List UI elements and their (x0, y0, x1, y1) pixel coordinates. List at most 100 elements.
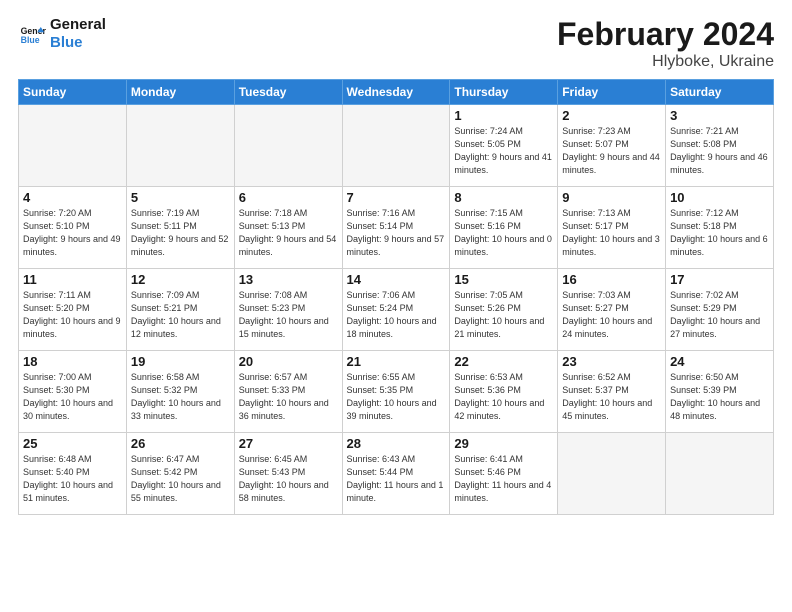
calendar-cell: 11 Sunrise: 7:11 AM Sunset: 5:20 PM Dayli… (19, 269, 127, 351)
page: General Blue General Blue February 2024 … (0, 0, 792, 612)
calendar-cell: 1 Sunrise: 7:24 AM Sunset: 5:05 PM Daylig… (450, 105, 558, 187)
day-number: 6 (239, 190, 338, 205)
day-info: Sunrise: 7:16 AM Sunset: 5:14 PM Dayligh… (347, 207, 446, 259)
calendar-cell: 21 Sunrise: 6:55 AM Sunset: 5:35 PM Dayli… (342, 351, 450, 433)
calendar-week-row: 25 Sunrise: 6:48 AM Sunset: 5:40 PM Dayli… (19, 433, 774, 515)
col-sunday: Sunday (19, 80, 127, 105)
calendar-week-row: 11 Sunrise: 7:11 AM Sunset: 5:20 PM Dayli… (19, 269, 774, 351)
calendar-cell: 5Sunrise: 7:19 AM Sunset: 5:11 PM Daylig… (126, 187, 234, 269)
day-info: Sunrise: 7:20 AM Sunset: 5:10 PM Dayligh… (23, 207, 122, 259)
calendar-cell: 4Sunrise: 7:20 AM Sunset: 5:10 PM Daylig… (19, 187, 127, 269)
day-number: 24 (670, 354, 769, 369)
day-number: 11 (23, 272, 122, 287)
day-info: Sunrise: 7:12 AM Sunset: 5:18 PM Dayligh… (670, 207, 769, 259)
day-info: Sunrise: 6:50 AM Sunset: 5:39 PM Dayligh… (670, 371, 769, 423)
day-info: Sunrise: 6:58 AM Sunset: 5:32 PM Dayligh… (131, 371, 230, 423)
col-friday: Friday (558, 80, 666, 105)
calendar-cell: 29 Sunrise: 6:41 AM Sunset: 5:46 PM Dayli… (450, 433, 558, 515)
day-number: 13 (239, 272, 338, 287)
col-thursday: Thursday (450, 80, 558, 105)
day-number: 14 (347, 272, 446, 287)
day-info: Sunrise: 7:09 AM Sunset: 5:21 PM Dayligh… (131, 289, 230, 341)
logo-text: General Blue (50, 16, 106, 52)
logo: General Blue General Blue (18, 16, 106, 52)
header: General Blue General Blue February 2024 … (18, 16, 774, 71)
calendar-cell: 9 Sunrise: 7:13 AM Sunset: 5:17 PM Daylig… (558, 187, 666, 269)
calendar-cell: 27Sunrise: 6:45 AM Sunset: 5:43 PM Dayli… (234, 433, 342, 515)
day-number: 19 (131, 354, 230, 369)
day-info: Sunrise: 7:13 AM Sunset: 5:17 PM Dayligh… (562, 207, 661, 259)
day-number: 10 (670, 190, 769, 205)
day-info: Sunrise: 7:08 AM Sunset: 5:23 PM Dayligh… (239, 289, 338, 341)
day-number: 18 (23, 354, 122, 369)
day-info: Sunrise: 6:57 AM Sunset: 5:33 PM Dayligh… (239, 371, 338, 423)
day-info: Sunrise: 7:03 AM Sunset: 5:27 PM Dayligh… (562, 289, 661, 341)
calendar-cell: 19 Sunrise: 6:58 AM Sunset: 5:32 PM Dayli… (126, 351, 234, 433)
calendar-week-row: 1 Sunrise: 7:24 AM Sunset: 5:05 PM Daylig… (19, 105, 774, 187)
day-number: 17 (670, 272, 769, 287)
calendar-cell: 13 Sunrise: 7:08 AM Sunset: 5:23 PM Dayli… (234, 269, 342, 351)
logo-icon: General Blue (18, 20, 46, 48)
calendar-cell: 17 Sunrise: 7:02 AM Sunset: 5:29 PM Dayli… (666, 269, 774, 351)
col-saturday: Saturday (666, 80, 774, 105)
day-number: 29 (454, 436, 553, 451)
day-info: Sunrise: 6:53 AM Sunset: 5:36 PM Dayligh… (454, 371, 553, 423)
day-info: Sunrise: 6:41 AM Sunset: 5:46 PM Dayligh… (454, 453, 553, 505)
day-number: 25 (23, 436, 122, 451)
calendar-week-row: 4Sunrise: 7:20 AM Sunset: 5:10 PM Daylig… (19, 187, 774, 269)
day-info: Sunrise: 6:55 AM Sunset: 5:35 PM Dayligh… (347, 371, 446, 423)
day-number: 1 (454, 108, 553, 123)
day-number: 7 (347, 190, 446, 205)
calendar-cell: 28Sunrise: 6:43 AM Sunset: 5:44 PM Dayli… (342, 433, 450, 515)
day-number: 8 (454, 190, 553, 205)
col-monday: Monday (126, 80, 234, 105)
day-number: 9 (562, 190, 661, 205)
calendar-cell: 7 Sunrise: 7:16 AM Sunset: 5:14 PM Daylig… (342, 187, 450, 269)
calendar-cell: 10 Sunrise: 7:12 AM Sunset: 5:18 PM Dayli… (666, 187, 774, 269)
day-info: Sunrise: 7:15 AM Sunset: 5:16 PM Dayligh… (454, 207, 553, 259)
calendar-table: Sunday Monday Tuesday Wednesday Thursday… (18, 79, 774, 515)
calendar-cell: 16Sunrise: 7:03 AM Sunset: 5:27 PM Dayli… (558, 269, 666, 351)
calendar-cell: 3 Sunrise: 7:21 AM Sunset: 5:08 PM Daylig… (666, 105, 774, 187)
day-info: Sunrise: 7:06 AM Sunset: 5:24 PM Dayligh… (347, 289, 446, 341)
day-info: Sunrise: 7:24 AM Sunset: 5:05 PM Dayligh… (454, 125, 553, 177)
calendar-cell: 18 Sunrise: 7:00 AM Sunset: 5:30 PM Dayli… (19, 351, 127, 433)
calendar-cell: 26 Sunrise: 6:47 AM Sunset: 5:42 PM Dayli… (126, 433, 234, 515)
calendar-cell: 6 Sunrise: 7:18 AM Sunset: 5:13 PM Daylig… (234, 187, 342, 269)
col-tuesday: Tuesday (234, 80, 342, 105)
calendar-cell: 24 Sunrise: 6:50 AM Sunset: 5:39 PM Dayli… (666, 351, 774, 433)
day-info: Sunrise: 6:43 AM Sunset: 5:44 PM Dayligh… (347, 453, 446, 505)
calendar-cell: 14 Sunrise: 7:06 AM Sunset: 5:24 PM Dayli… (342, 269, 450, 351)
day-number: 15 (454, 272, 553, 287)
calendar-cell: 15 Sunrise: 7:05 AM Sunset: 5:26 PM Dayli… (450, 269, 558, 351)
day-info: Sunrise: 7:18 AM Sunset: 5:13 PM Dayligh… (239, 207, 338, 259)
calendar-cell (234, 105, 342, 187)
calendar-cell: 8 Sunrise: 7:15 AM Sunset: 5:16 PM Daylig… (450, 187, 558, 269)
day-info: Sunrise: 7:05 AM Sunset: 5:26 PM Dayligh… (454, 289, 553, 341)
day-info: Sunrise: 6:47 AM Sunset: 5:42 PM Dayligh… (131, 453, 230, 505)
day-number: 20 (239, 354, 338, 369)
day-number: 27 (239, 436, 338, 451)
col-wednesday: Wednesday (342, 80, 450, 105)
calendar-cell: 23Sunrise: 6:52 AM Sunset: 5:37 PM Dayli… (558, 351, 666, 433)
day-number: 21 (347, 354, 446, 369)
day-info: Sunrise: 7:11 AM Sunset: 5:20 PM Dayligh… (23, 289, 122, 341)
calendar-cell: 22 Sunrise: 6:53 AM Sunset: 5:36 PM Dayli… (450, 351, 558, 433)
calendar-cell: 2Sunrise: 7:23 AM Sunset: 5:07 PM Daylig… (558, 105, 666, 187)
calendar-week-row: 18 Sunrise: 7:00 AM Sunset: 5:30 PM Dayli… (19, 351, 774, 433)
calendar-cell (342, 105, 450, 187)
calendar-cell (126, 105, 234, 187)
calendar-cell (666, 433, 774, 515)
title-block: February 2024 Hlyboke, Ukraine (557, 16, 774, 71)
day-info: Sunrise: 6:48 AM Sunset: 5:40 PM Dayligh… (23, 453, 122, 505)
day-number: 26 (131, 436, 230, 451)
day-info: Sunrise: 7:21 AM Sunset: 5:08 PM Dayligh… (670, 125, 769, 177)
day-info: Sunrise: 7:00 AM Sunset: 5:30 PM Dayligh… (23, 371, 122, 423)
calendar-cell: 12Sunrise: 7:09 AM Sunset: 5:21 PM Dayli… (126, 269, 234, 351)
day-number: 3 (670, 108, 769, 123)
day-info: Sunrise: 6:52 AM Sunset: 5:37 PM Dayligh… (562, 371, 661, 423)
day-info: Sunrise: 7:23 AM Sunset: 5:07 PM Dayligh… (562, 125, 661, 177)
calendar-cell (558, 433, 666, 515)
day-info: Sunrise: 7:02 AM Sunset: 5:29 PM Dayligh… (670, 289, 769, 341)
day-number: 22 (454, 354, 553, 369)
